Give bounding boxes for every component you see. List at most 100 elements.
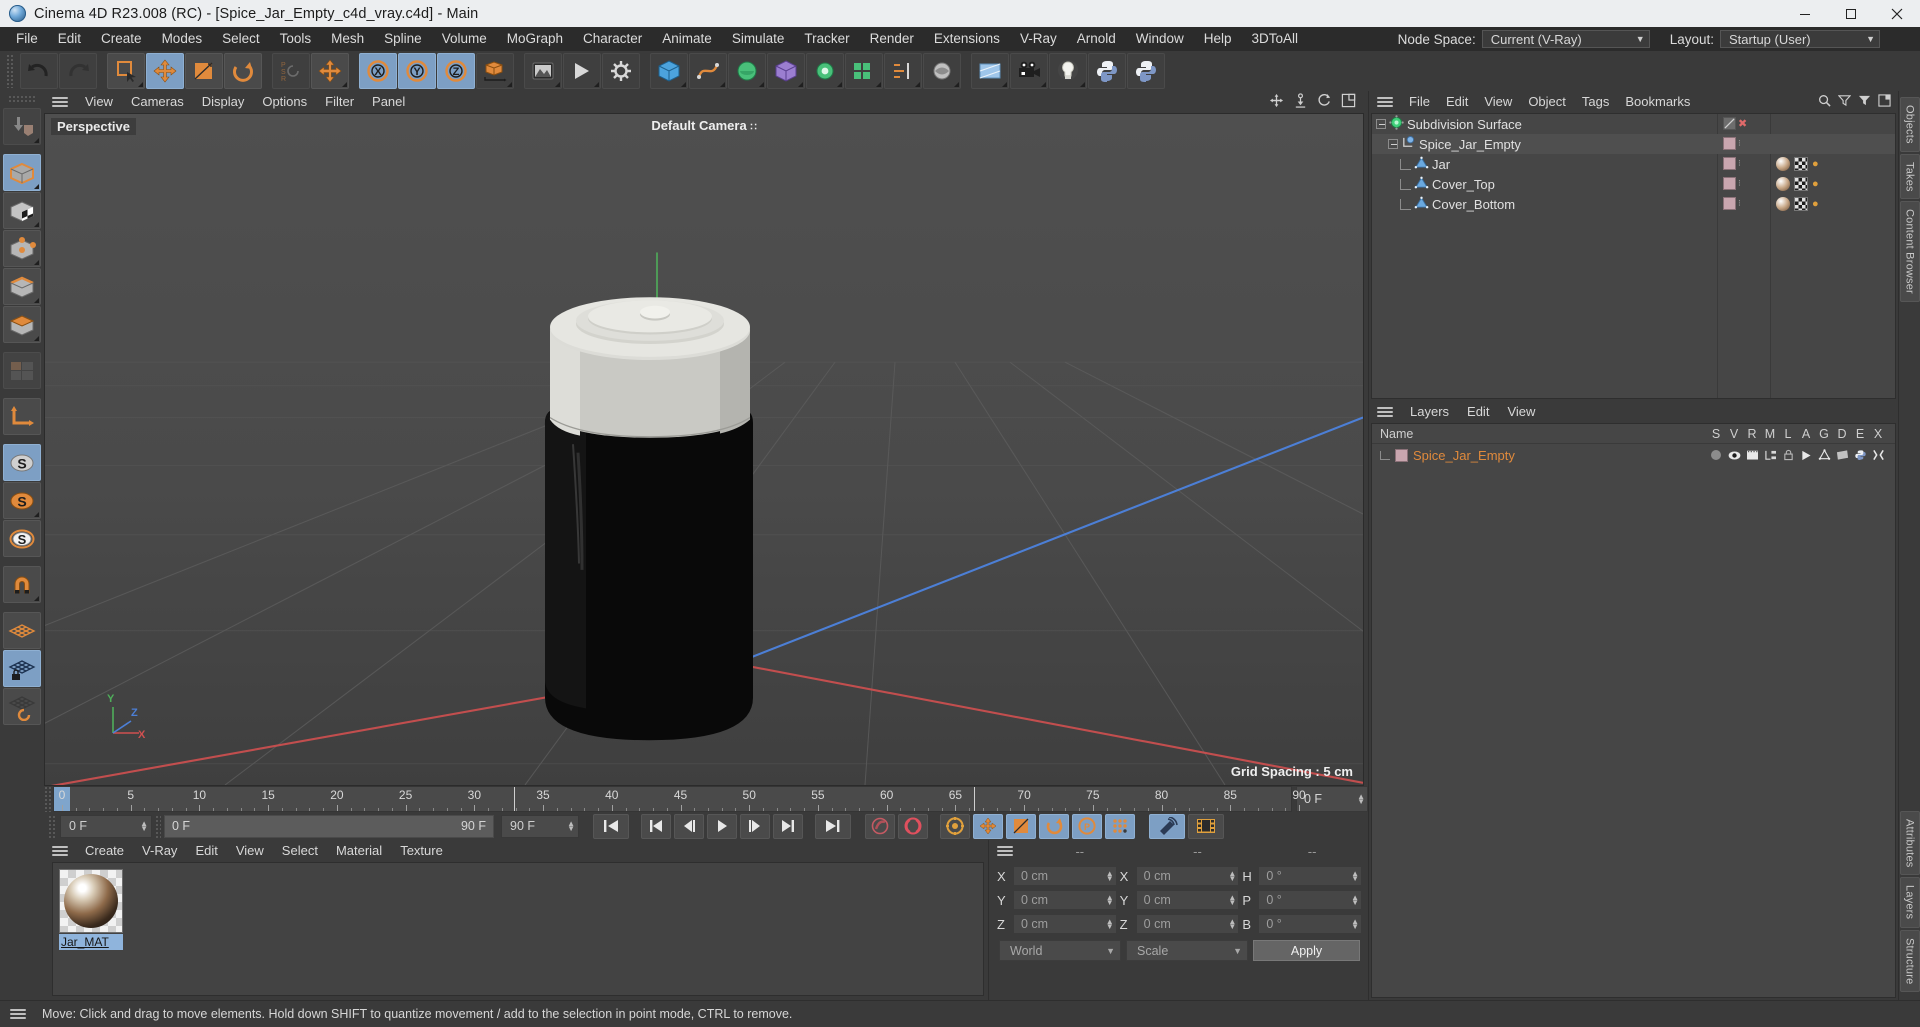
- spinner-icon[interactable]: ▲ ▼: [1228, 894, 1236, 907]
- play-icon[interactable]: [707, 813, 737, 839]
- tag-dot-icon[interactable]: ●: [1812, 178, 1819, 190]
- viewport-hamburger-icon[interactable]: [50, 95, 70, 109]
- scale-key-icon[interactable]: [1006, 813, 1036, 839]
- go-to-previous-key-icon[interactable]: [641, 813, 671, 839]
- uvw-tag-icon[interactable]: [1794, 177, 1808, 191]
- go-to-next-key-icon[interactable]: [773, 813, 803, 839]
- generators-icon[interactable]: [1815, 449, 1833, 461]
- python-generator-icon[interactable]: [1088, 53, 1126, 89]
- layout-icon[interactable]: [1878, 94, 1891, 110]
- layer-color-swatch[interactable]: [1395, 448, 1408, 462]
- points-mode-icon[interactable]: [3, 230, 41, 267]
- spinner-icon[interactable]: ▲ ▼: [1106, 918, 1114, 931]
- layout-dropdown[interactable]: Startup (User) ▼: [1720, 30, 1880, 48]
- filter-down-icon[interactable]: [1858, 94, 1871, 110]
- expander-icon[interactable]: [1376, 119, 1386, 129]
- transport-grip-2[interactable]: [155, 814, 161, 838]
- camera-icon[interactable]: [1010, 53, 1048, 89]
- world-object-axis-icon[interactable]: [476, 53, 514, 89]
- menu-item-mograph[interactable]: MoGraph: [497, 27, 573, 51]
- timeline-grip[interactable]: [44, 786, 53, 812]
- step-back-icon[interactable]: [674, 813, 704, 839]
- uvw-tag-icon[interactable]: [1794, 197, 1808, 211]
- toolbar-grip[interactable]: [6, 54, 15, 88]
- coord-input-rot-p[interactable]: 0 ° ▲ ▼: [1258, 890, 1363, 910]
- z-axis-lock-icon[interactable]: Z: [437, 53, 475, 89]
- om-menu-tags[interactable]: Tags: [1574, 91, 1617, 113]
- viewport-3d[interactable]: Perspective Default Camera ∷ Grid Spacin…: [44, 113, 1364, 786]
- eye-icon[interactable]: [1725, 450, 1743, 461]
- menu-item-tracker[interactable]: Tracker: [794, 27, 859, 51]
- timeline-ruler[interactable]: 0 5 10 15 20 25 30 35 40 45 50 55 60 65 70 75 80 85 90: [53, 786, 1306, 812]
- layer-menu-edit[interactable]: Edit: [1458, 401, 1498, 423]
- live-selection-icon[interactable]: [107, 53, 145, 89]
- status-hamburger-icon[interactable]: [8, 1007, 28, 1021]
- material-tag-icon[interactable]: [1723, 197, 1736, 210]
- generator-icon[interactable]: [728, 53, 766, 89]
- polygons-mode-icon[interactable]: [3, 306, 41, 343]
- light-icon[interactable]: [1049, 53, 1087, 89]
- coordinate-mode-dropdown[interactable]: Scale ▼: [1126, 940, 1248, 961]
- viewport-menu-filter[interactable]: Filter: [316, 91, 363, 113]
- mograph-icon[interactable]: [845, 53, 883, 89]
- viewport-menu-view[interactable]: View: [76, 91, 122, 113]
- coordinate-system-dropdown[interactable]: World ▼: [999, 940, 1121, 961]
- rotate-view-icon[interactable]: [1317, 93, 1332, 111]
- viewport-menu-panel[interactable]: Panel: [363, 91, 414, 113]
- spinner-icon[interactable]: ▲ ▼: [1351, 918, 1359, 931]
- layer-hamburger-icon[interactable]: [1375, 405, 1395, 419]
- lock-workplane-icon[interactable]: [3, 650, 41, 687]
- layer-name-cell[interactable]: Spice_Jar_Empty: [1372, 448, 1707, 463]
- object-name[interactable]: Jar: [1432, 157, 1450, 172]
- material-grid[interactable]: Jar_MAT: [52, 862, 984, 996]
- step-forward-icon[interactable]: [740, 813, 770, 839]
- material-name[interactable]: Jar_MAT: [59, 934, 123, 950]
- undo-icon[interactable]: [20, 53, 58, 89]
- spinner-icon[interactable]: ▲ ▼: [1351, 894, 1359, 907]
- material-menu-select[interactable]: Select: [273, 840, 327, 862]
- vtab-takes[interactable]: Takes: [1899, 153, 1920, 200]
- om-menu-file[interactable]: File: [1401, 91, 1438, 113]
- object-row-cover-bottom[interactable]: Cover_Bottom ⁝ ●: [1372, 194, 1895, 214]
- menu-item-edit[interactable]: Edit: [48, 27, 91, 51]
- animation-icon[interactable]: [1797, 450, 1815, 461]
- texture-tag-icon[interactable]: [1776, 197, 1790, 211]
- texture-tag-icon[interactable]: [1776, 177, 1790, 191]
- menu-item-window[interactable]: Window: [1126, 27, 1194, 51]
- menu-item-spline[interactable]: Spline: [374, 27, 432, 51]
- menu-item-file[interactable]: File: [6, 27, 48, 51]
- python-tag-icon[interactable]: [1127, 53, 1165, 89]
- psr-reset-icon[interactable]: PSR: [272, 53, 310, 89]
- object-row-jar[interactable]: Jar ⁝ ●: [1372, 154, 1895, 174]
- scale-icon[interactable]: [185, 53, 223, 89]
- visibility-dots-icon[interactable]: ⁝: [1738, 198, 1741, 209]
- texture-mode-icon[interactable]: [3, 192, 41, 229]
- planar-workplane-icon[interactable]: [3, 688, 41, 725]
- minimize-icon[interactable]: [1782, 0, 1828, 27]
- redo-icon[interactable]: [59, 53, 97, 89]
- spinner-icon[interactable]: ▲ ▼: [1228, 870, 1236, 883]
- om-menu-edit[interactable]: Edit: [1438, 91, 1476, 113]
- spline-pen-icon[interactable]: [689, 53, 727, 89]
- object-name[interactable]: Subdivision Surface: [1407, 117, 1522, 132]
- spinner-icon[interactable]: ▲ ▼: [567, 820, 575, 833]
- object-row-cover-top[interactable]: Cover_Top ⁝ ●: [1372, 174, 1895, 194]
- menu-item-3dtoall[interactable]: 3DToAll: [1242, 27, 1309, 51]
- lock-icon[interactable]: [1779, 449, 1797, 461]
- spinner-icon[interactable]: ▲ ▼: [1357, 793, 1365, 806]
- object-name[interactable]: Spice_Jar_Empty: [1419, 137, 1521, 152]
- snap-magnet-icon[interactable]: [3, 566, 41, 603]
- rotate-icon[interactable]: [224, 53, 262, 89]
- visibility-dots-icon[interactable]: ⁝: [1738, 138, 1741, 149]
- autokeying-icon[interactable]: [898, 813, 928, 839]
- material-tag-icon[interactable]: [1723, 157, 1736, 170]
- material-menu-texture[interactable]: Texture: [391, 840, 452, 862]
- menu-item-mesh[interactable]: Mesh: [321, 27, 374, 51]
- range-start-field[interactable]: 0 F ▲ ▼: [60, 814, 152, 838]
- workplane-icon[interactable]: [3, 398, 41, 435]
- tag-dot-icon[interactable]: ●: [1812, 198, 1819, 210]
- layer-name[interactable]: Spice_Jar_Empty: [1413, 448, 1515, 463]
- uvw-tag-icon[interactable]: [1794, 157, 1808, 171]
- spinner-icon[interactable]: ▲ ▼: [1351, 870, 1359, 883]
- render-icon[interactable]: [1743, 450, 1761, 461]
